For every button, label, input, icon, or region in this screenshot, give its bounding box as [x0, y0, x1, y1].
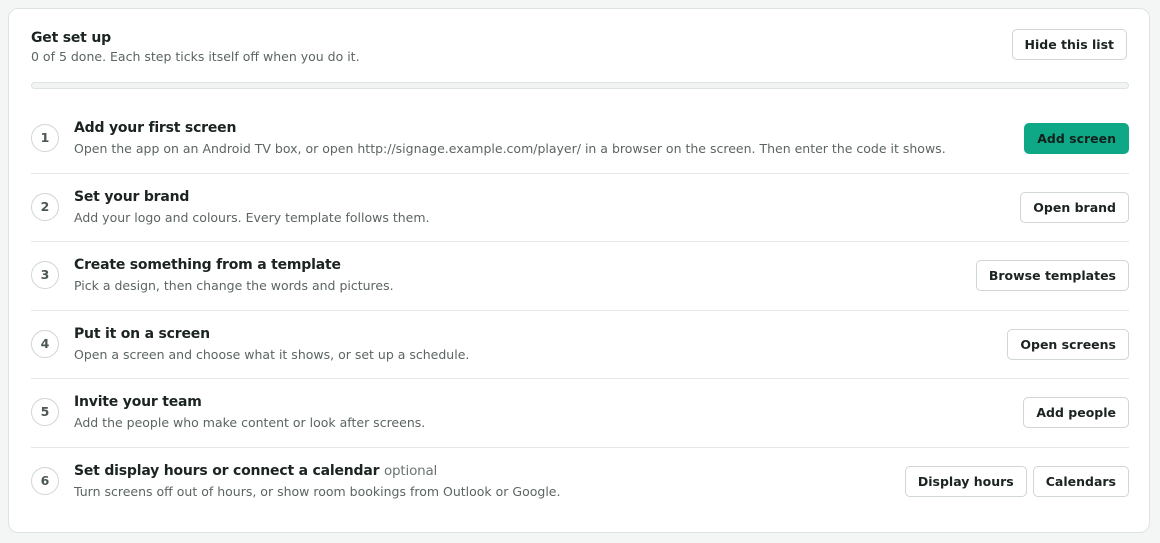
checklist-progress-text: 0 of 5 done. Each step ticks itself off … — [31, 49, 360, 64]
step-title-text: Set display hours or connect a calendar — [74, 462, 380, 479]
display-hours-button[interactable]: Display hours — [904, 465, 1027, 497]
checklist-title: Get set up — [31, 30, 111, 46]
optional-tag: optional — [384, 462, 438, 479]
step-description: Add the people who make content or look … — [74, 415, 426, 430]
step-create-from-template: 3 Create something from a template Pick … — [31, 242, 1129, 311]
step-add-first-screen: 1 Add your first screen Open the app on … — [31, 105, 1129, 174]
progress-bar — [31, 82, 1129, 89]
setup-checklist-card: Get set up 0 of 5 done. Each step ticks … — [8, 8, 1150, 533]
step-number-badge: 3 — [31, 261, 59, 289]
step-display-hours-calendar: 6 Set display hours or connect a calenda… — [31, 448, 1129, 517]
add-people-button[interactable]: Add people — [1023, 397, 1129, 428]
step-title: Create something from a template — [74, 257, 341, 273]
step-set-brand: 2 Set your brand Add your logo and colou… — [31, 174, 1129, 242]
step-description: Pick a design, then change the words and… — [74, 278, 394, 293]
browse-templates-button[interactable]: Browse templates — [975, 260, 1129, 291]
step-invite-team: 5 Invite your team Add the people who ma… — [31, 379, 1129, 448]
open-brand-button[interactable]: Open brand — [1020, 191, 1129, 223]
step-description: Open the app on an Android TV box, or op… — [74, 141, 946, 156]
step-description: Add your logo and colours. Every templat… — [74, 209, 430, 225]
step-number-badge: 4 — [31, 329, 59, 358]
calendars-button[interactable]: Calendars — [1032, 465, 1129, 497]
steps-list: 1 Add your first screen Open the app on … — [31, 105, 1129, 516]
checklist-header: Get set up 0 of 5 done. Each step ticks … — [31, 29, 360, 65]
step-number-badge: 6 — [31, 466, 59, 495]
step-description: Turn screens off out of hours, or show r… — [74, 483, 561, 499]
step-number-badge: 5 — [31, 398, 59, 426]
add-screen-button[interactable]: Add screen — [1024, 123, 1129, 154]
open-screens-button[interactable]: Open screens — [1007, 328, 1129, 360]
step-put-on-screen: 4 Put it on a screen Open a screen and c… — [31, 311, 1129, 379]
step-title: Set display hours or connect a calendar … — [74, 462, 560, 480]
step-number-badge: 2 — [31, 192, 59, 221]
hide-list-button[interactable]: Hide this list — [1011, 29, 1127, 60]
step-number-badge: 1 — [31, 124, 59, 152]
step-title: Add your first screen — [74, 120, 237, 136]
step-title: Set your brand — [74, 188, 190, 205]
step-title: Put it on a screen — [74, 325, 210, 342]
step-title: Invite your team — [74, 394, 202, 410]
step-description: Open a screen and choose what it shows, … — [74, 346, 470, 362]
